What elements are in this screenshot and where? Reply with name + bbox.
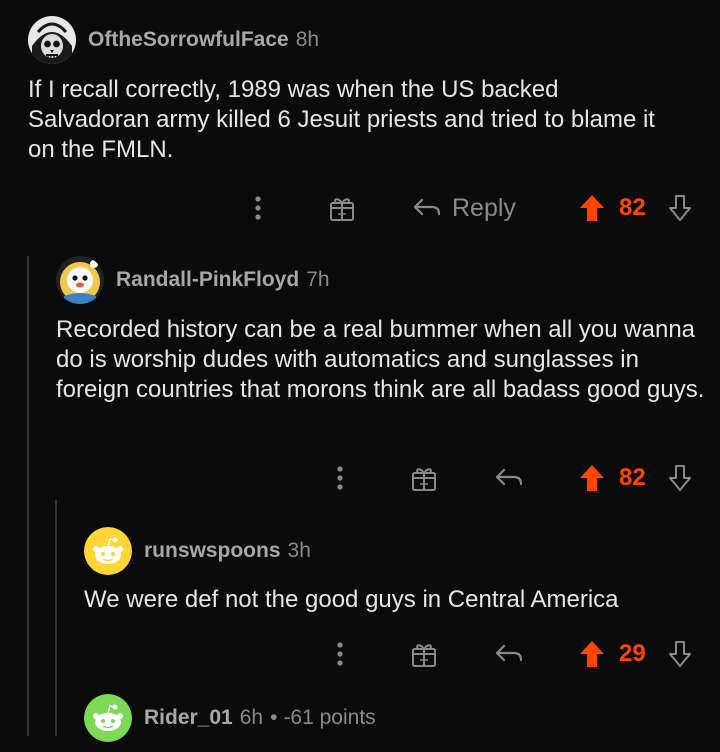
snoo-green-avatar-icon[interactable] <box>84 694 132 742</box>
vote-score: 82 <box>619 194 646 221</box>
thread-line-level-2[interactable] <box>55 500 57 736</box>
upvote-arrow-icon[interactable] <box>578 458 606 498</box>
comment-header: OftheSorrowfulFace 8h <box>28 16 319 64</box>
award-gift-icon[interactable] <box>410 634 438 674</box>
comment-age: 6h <box>239 706 264 729</box>
comment-header: Randall-PinkFloyd 7h <box>56 256 330 304</box>
reply-button[interactable]: Reply <box>412 188 516 228</box>
meta-separator: • <box>270 706 278 729</box>
upvote-arrow-icon[interactable] <box>578 634 606 674</box>
comment-header: runswspoons 3h <box>84 527 311 575</box>
reply-label: Reply <box>452 193 516 222</box>
upvote-arrow-icon[interactable] <box>578 188 606 228</box>
more-options-icon[interactable] <box>332 634 348 674</box>
comment-points: -61 points <box>283 706 376 729</box>
reply-button[interactable] <box>494 458 524 498</box>
skull-avatar-icon[interactable] <box>28 16 76 64</box>
cartoon-avatar-icon[interactable] <box>56 256 104 304</box>
vote-score: 29 <box>619 640 646 667</box>
reply-arrow-icon <box>495 644 523 662</box>
snoo-yellow-avatar-icon[interactable] <box>84 527 132 575</box>
vote-score: 82 <box>619 464 646 491</box>
downvote-arrow-icon[interactable] <box>667 188 693 228</box>
comment-header: Rider_01 6h • -61 points <box>84 694 376 742</box>
award-gift-icon[interactable] <box>328 188 356 228</box>
more-options-icon[interactable] <box>250 188 266 228</box>
comment-body: Recorded history can be a real bummer wh… <box>56 316 705 403</box>
comment-age: 3h <box>287 539 311 562</box>
reply-arrow-icon <box>495 468 523 486</box>
username[interactable]: runswspoons <box>144 539 281 563</box>
comment-actions: 82 <box>0 458 720 498</box>
comment-age: 7h <box>306 268 330 291</box>
username[interactable]: Rider_01 <box>144 706 233 730</box>
more-options-icon[interactable] <box>332 458 348 498</box>
comment-age: 8h <box>295 28 320 51</box>
award-gift-icon[interactable] <box>410 458 438 498</box>
downvote-arrow-icon[interactable] <box>667 634 693 674</box>
username[interactable]: Randall-PinkFloyd <box>116 268 299 292</box>
downvote-arrow-icon[interactable] <box>667 458 693 498</box>
reply-arrow-icon <box>413 198 441 216</box>
comment-actions: 29 <box>0 634 720 674</box>
username[interactable]: OftheSorrowfulFace <box>88 28 289 52</box>
reply-button[interactable] <box>494 634 524 674</box>
comment-body: We were def not the good guys in Central… <box>84 586 619 613</box>
comment-body: If I recall correctly, 1989 was when the… <box>28 76 655 163</box>
comment-actions: Reply 82 <box>0 188 720 228</box>
